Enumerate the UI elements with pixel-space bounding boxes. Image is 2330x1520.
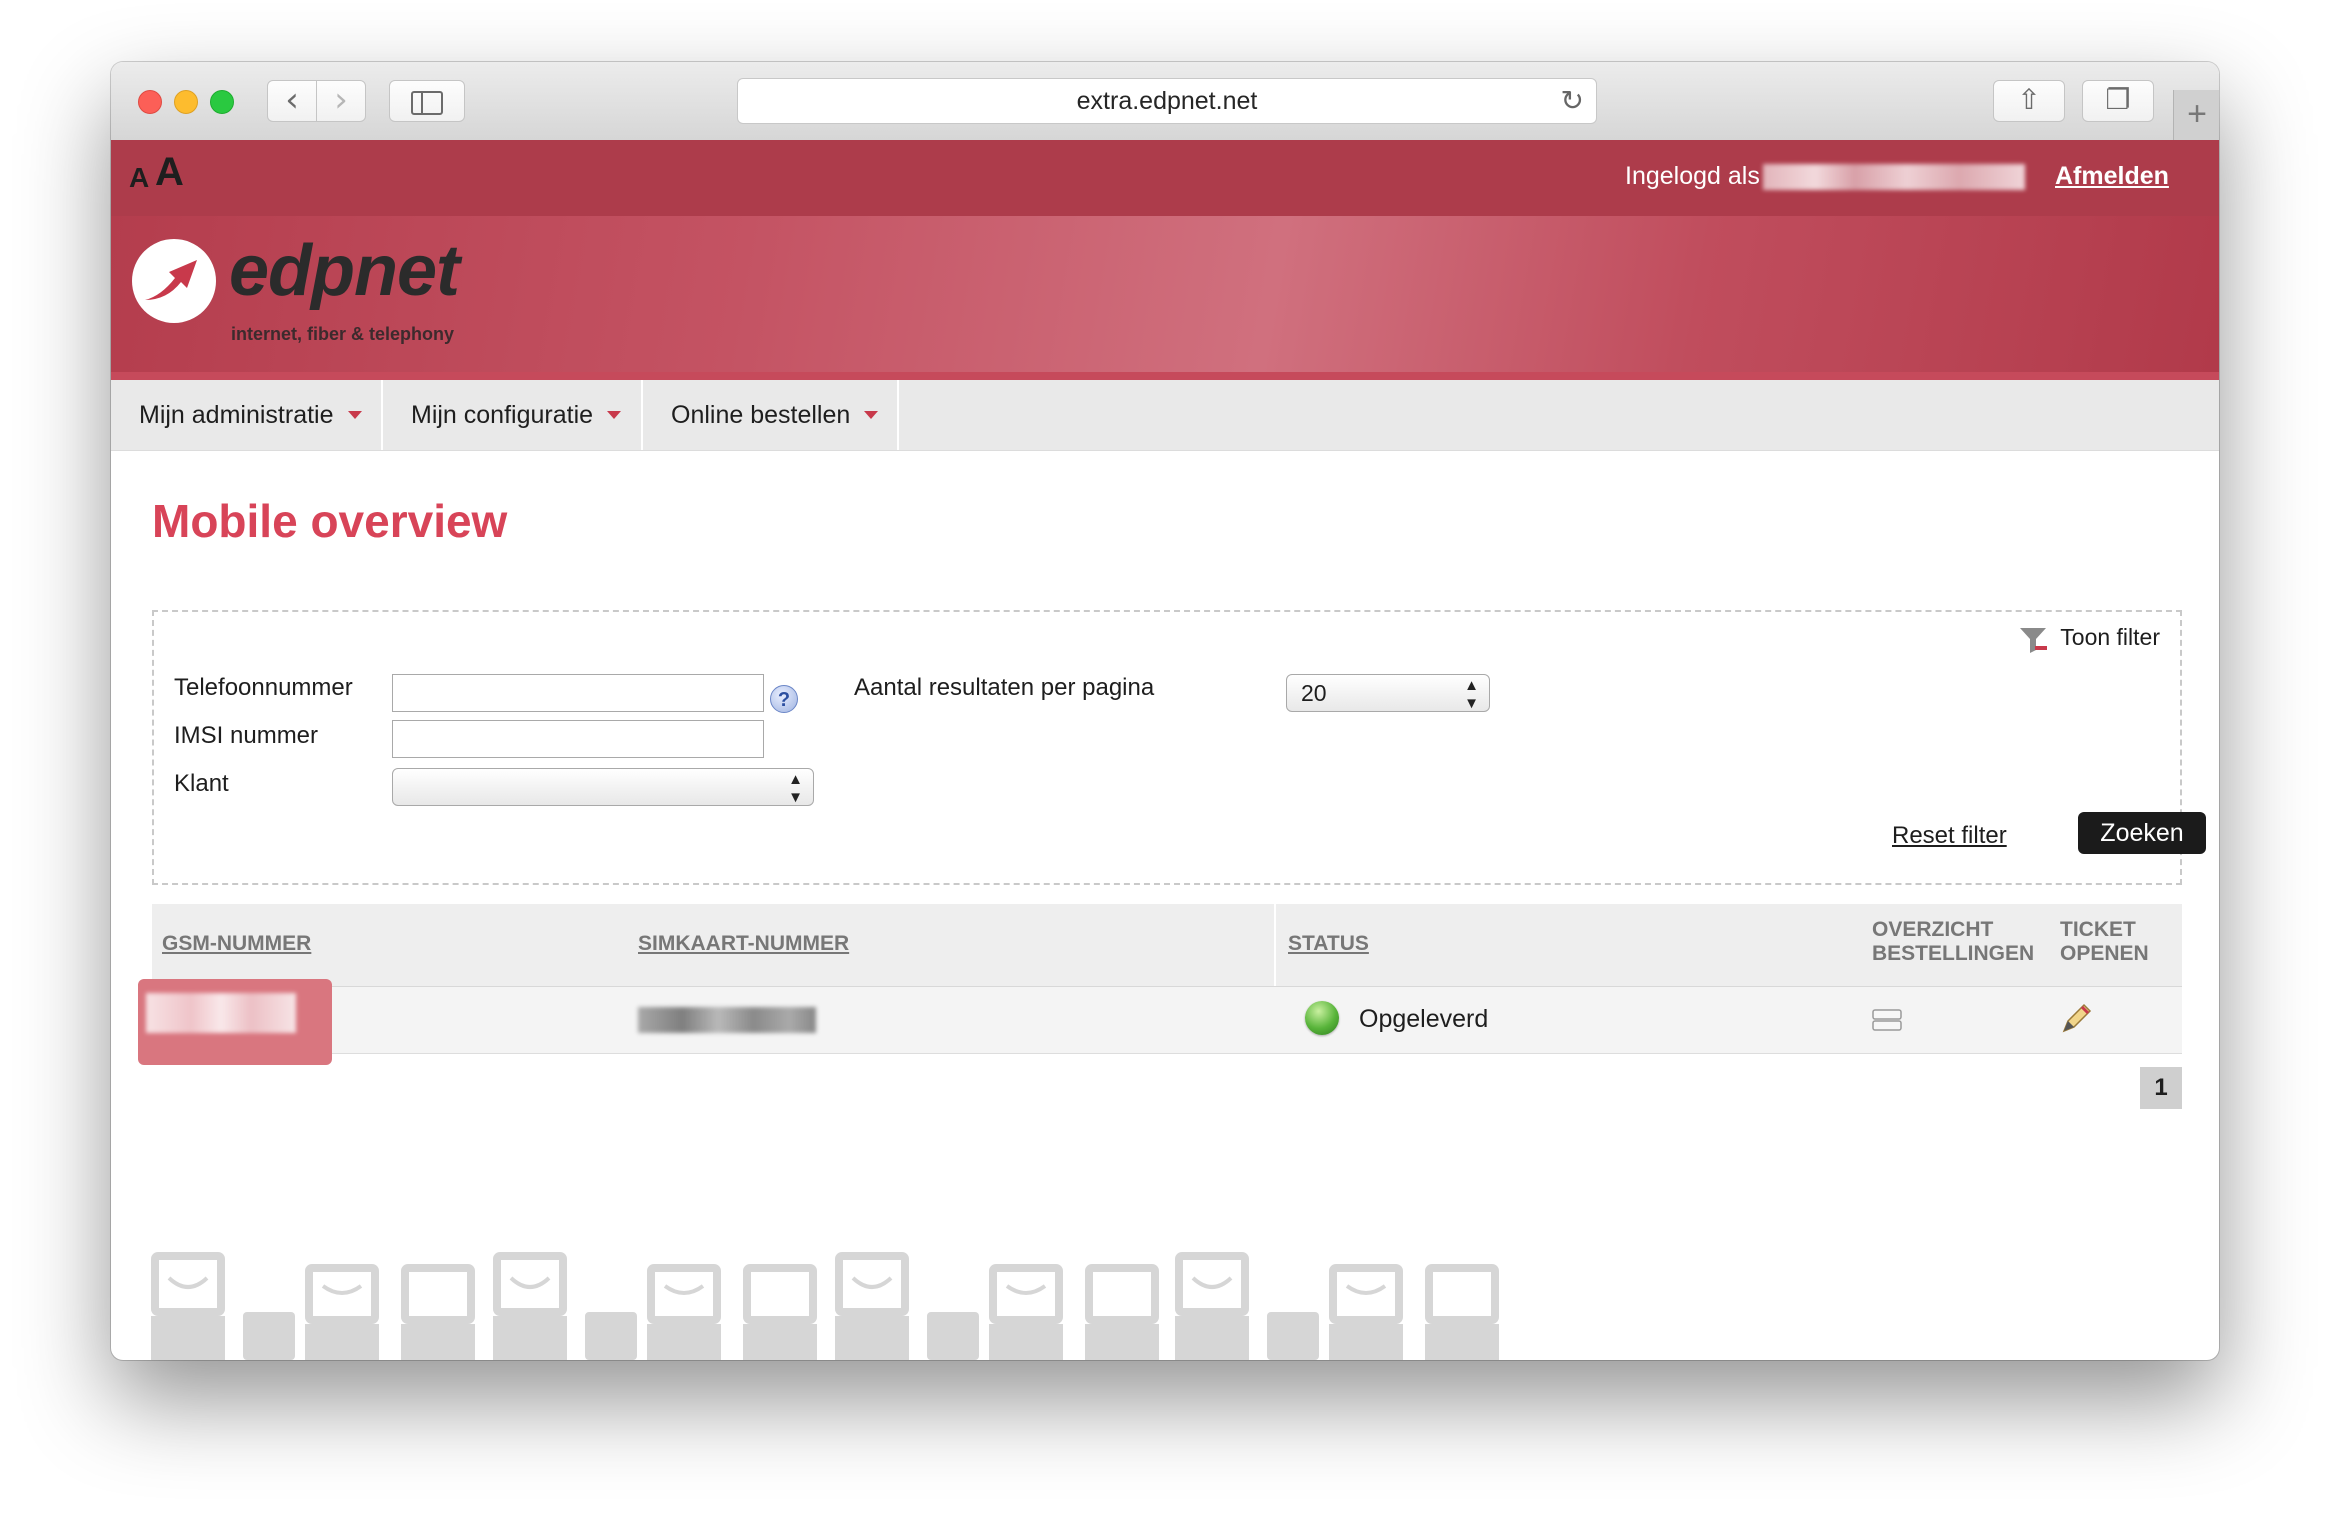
chevron-left-icon: ‹ [285, 80, 299, 120]
toggle-filter-label: Toon filter [2060, 624, 2160, 651]
reset-filter-link[interactable]: Reset filter [1892, 822, 2007, 850]
back-button[interactable]: ‹ [267, 80, 317, 122]
new-tab-button[interactable]: + [2173, 90, 2219, 140]
imsi-input[interactable] [392, 720, 764, 758]
column-divider [1274, 904, 1276, 986]
site-topbar: A A Ingelogd als Afmelden [111, 140, 2219, 216]
help-icon[interactable]: ? [770, 685, 798, 713]
column-ticket-line1: TICKET [2060, 918, 2136, 941]
filter-panel: Toon filter Telefoonnummer ? IMSI nummer… [152, 610, 2206, 885]
nav-label: Mijn administratie [139, 401, 334, 429]
nav-online-bestellen[interactable]: Online bestellen [643, 380, 899, 450]
column-status[interactable]: STATUS [1288, 932, 1369, 956]
status-ok-icon [1305, 1001, 1339, 1035]
site-banner: edpnet internet, fiber & telephony [111, 216, 2219, 380]
phone-label: Telefoonnummer [174, 674, 353, 701]
imsi-label: IMSI nummer [174, 722, 319, 749]
font-size-increase-button[interactable]: A [155, 150, 184, 195]
nav-mijn-configuratie[interactable]: Mijn configuratie [383, 380, 643, 450]
orders-overview-icon[interactable] [1872, 1009, 1902, 1031]
ticket-pencil-icon[interactable] [2060, 1001, 2094, 1035]
funnel-icon [2020, 628, 2048, 653]
search-button[interactable]: Zoeken [2078, 812, 2206, 854]
customer-select[interactable]: ▲ ▼ [392, 768, 814, 806]
tabs-icon: ❐ [2105, 83, 2131, 116]
phone-input[interactable] [392, 674, 764, 712]
minimize-window-button[interactable] [174, 90, 198, 114]
address-bar[interactable]: extra.edpnet.net ↻ [737, 78, 1597, 124]
per-page-select[interactable]: 20 ▲ ▼ [1286, 674, 1490, 712]
sidebar-icon [411, 91, 443, 115]
browser-window: ‹ › extra.edpnet.net ↻ ⇧ ❐ + A A Ingelog… [111, 62, 2219, 1360]
nav-label: Online bestellen [671, 401, 851, 429]
redacted-sim-number [638, 1007, 816, 1033]
column-gsm-number[interactable]: GSM-NUMMER [162, 932, 311, 956]
brand-name: edpnet [229, 231, 460, 311]
caret-down-icon [607, 411, 622, 419]
share-button[interactable]: ⇧ [1993, 80, 2065, 122]
column-open-ticket: TICKET OPENEN [2060, 918, 2149, 966]
table-row: Opgeleverd [138, 979, 2182, 1065]
column-ticket-line2: OPENEN [2060, 942, 2149, 965]
column-orders-overview: OVERZICHT BESTELLINGEN [1872, 918, 2034, 966]
zoom-window-button[interactable] [210, 90, 234, 114]
pagination-page-1[interactable]: 1 [2140, 1067, 2182, 1109]
redacted-gsm-number [146, 993, 296, 1033]
edpnet-logo-icon[interactable] [131, 238, 217, 324]
caret-down-icon [864, 411, 879, 419]
mobile-table: GSM-NUMMER SIMKAART-NUMMER STATUS OVERZI… [138, 904, 2182, 1065]
select-arrows-icon: ▲ ▼ [1464, 677, 1479, 712]
gsm-number-link[interactable] [138, 979, 332, 1065]
per-page-value: 20 [1301, 680, 1327, 706]
toggle-filter-link[interactable]: Toon filter [2018, 624, 2160, 654]
show-tabs-button[interactable]: ❐ [2082, 80, 2154, 122]
sidebar-toggle-button[interactable] [389, 80, 465, 122]
browser-toolbar: ‹ › extra.edpnet.net ↻ ⇧ ❐ + [111, 62, 2219, 141]
customer-label: Klant [174, 770, 229, 797]
font-size-decrease-button[interactable]: A [129, 162, 149, 194]
chevron-right-icon: › [334, 80, 348, 120]
share-icon: ⇧ [2017, 83, 2041, 116]
select-arrows-icon: ▲ ▼ [788, 771, 803, 806]
per-page-label: Aantal resultaten per pagina [854, 674, 1155, 701]
main-navigation: Mijn administratie Mijn configuratie Onl… [111, 380, 2219, 451]
forward-button[interactable]: › [316, 80, 366, 122]
column-orders-line1: OVERZICHT [1872, 918, 1994, 941]
reload-icon[interactable]: ↻ [1561, 79, 1584, 123]
address-url: extra.edpnet.net [1076, 87, 1258, 115]
caret-down-icon [347, 411, 362, 419]
nav-label: Mijn configuratie [411, 401, 594, 429]
decorative-devices-illustration [151, 1252, 1499, 1360]
page-title: Mobile overview [152, 495, 508, 547]
table-header: GSM-NUMMER SIMKAART-NUMMER STATUS OVERZI… [152, 904, 2182, 987]
brand-tagline: internet, fiber & telephony [231, 324, 455, 344]
redacted-username [1763, 164, 2025, 190]
status-text: Opgeleverd [1359, 1005, 1489, 1033]
nav-mijn-administratie[interactable]: Mijn administratie [111, 380, 383, 450]
plus-icon: + [2187, 95, 2207, 133]
close-window-button[interactable] [138, 90, 162, 114]
logout-link[interactable]: Afmelden [2055, 162, 2169, 191]
column-sim-number[interactable]: SIMKAART-NUMMER [638, 932, 849, 956]
logged-in-label: Ingelogd als [1625, 162, 1760, 190]
column-orders-line2: BESTELLINGEN [1872, 942, 2035, 965]
